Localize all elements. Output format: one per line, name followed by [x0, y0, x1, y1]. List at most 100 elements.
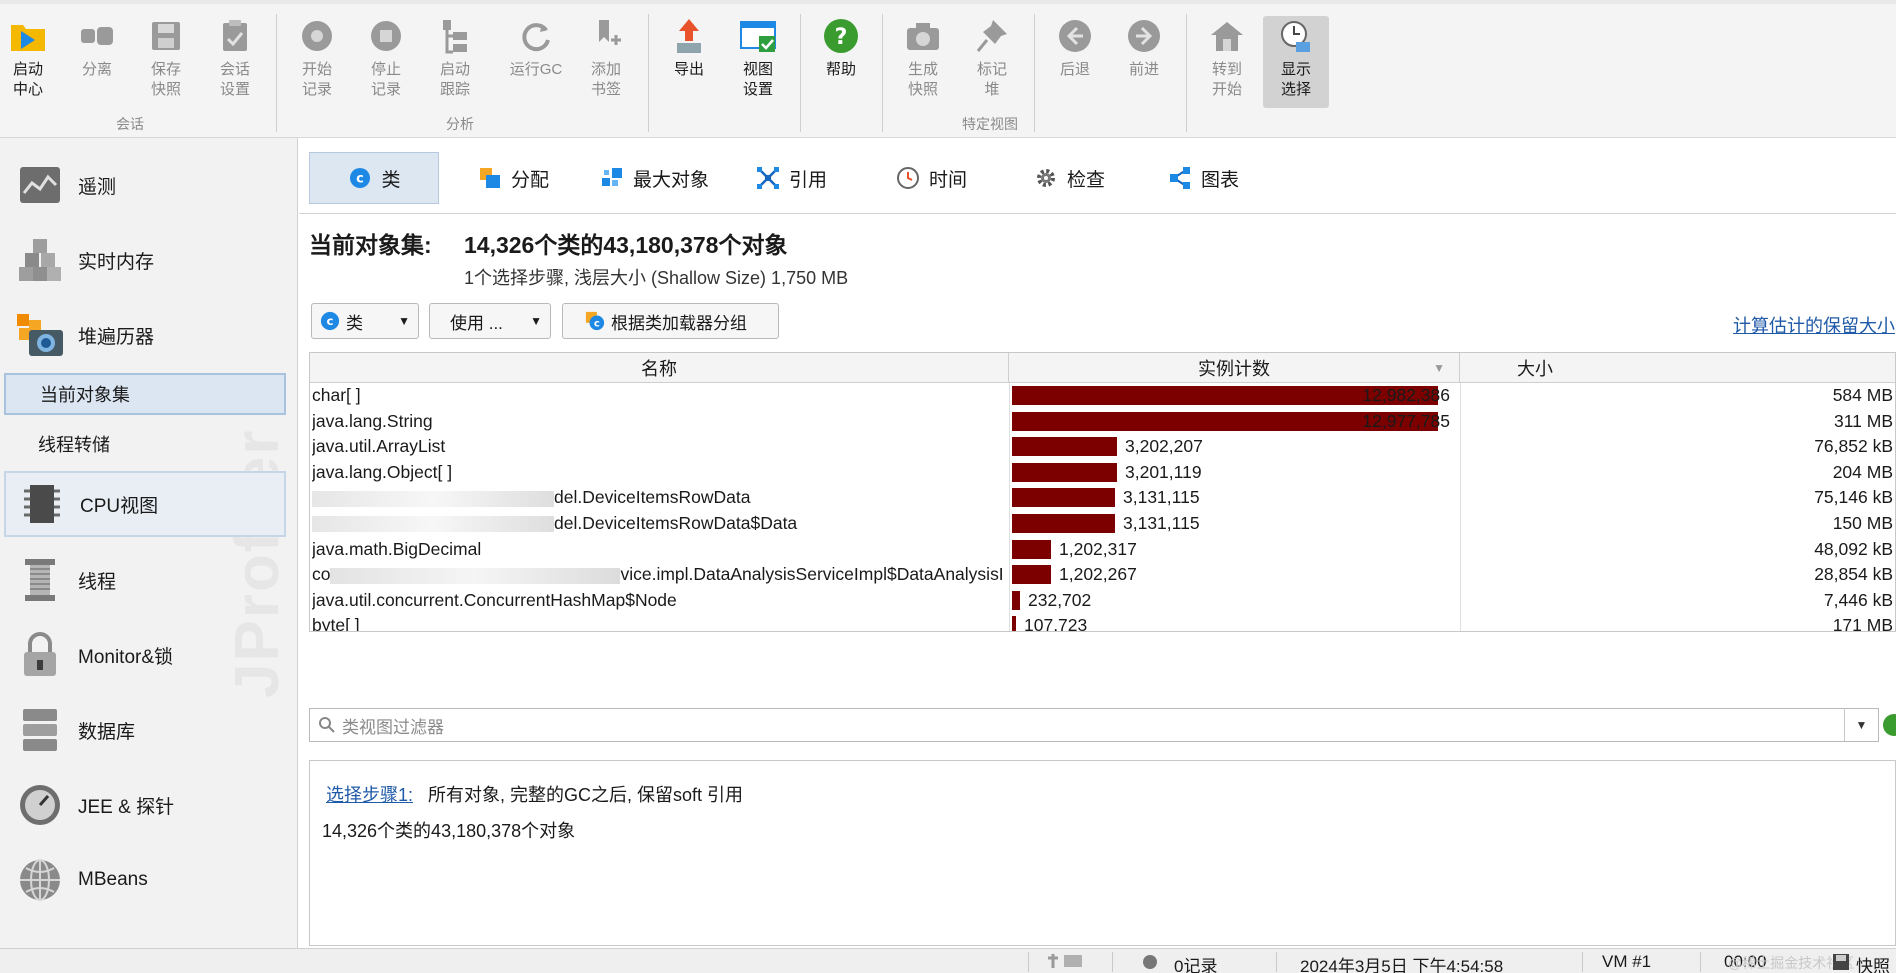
view-settings-button[interactable]: 视图 设置: [725, 16, 791, 108]
lock-icon: [14, 629, 66, 681]
gauge-icon: [14, 779, 66, 831]
filter-status-icon[interactable]: [1883, 714, 1896, 736]
sidebar-item-jee-probes[interactable]: JEE & 探针: [4, 772, 286, 838]
instance-count-bar: [1012, 565, 1051, 585]
references-icon: [755, 165, 781, 191]
aggregation-combo[interactable]: c 类 ▼: [311, 303, 419, 339]
sidebar-item-live-memory[interactable]: 实时内存: [4, 227, 286, 293]
sidebar-item-mbeans[interactable]: MBeans: [4, 847, 286, 913]
table-row[interactable]: java.lang.Object[ ] 3,201,119 204 MB: [310, 460, 1895, 486]
sidebar-item-databases[interactable]: 数据库: [4, 697, 286, 763]
go-to-start-button[interactable]: 转到 开始: [1194, 16, 1260, 108]
sidebar-item-label: 遥测: [78, 176, 117, 198]
group-by-classloader-button[interactable]: c 根据类加载器分组: [562, 303, 779, 339]
toolbar: 启动 中心 分离 保存 快照 会话 设置 会话 开始 记录 停止 记录 启动 跟…: [0, 0, 1896, 138]
sidebar-item-current-object-set[interactable]: 当前对象集: [4, 373, 286, 415]
tab-time[interactable]: 时间: [885, 152, 967, 204]
class-name-cell: del.DeviceItemsRowData: [312, 487, 1002, 508]
sidebar-item-label: 线程转储: [38, 435, 110, 455]
tab-label: 分配: [511, 169, 550, 191]
group-label-view-specific: 特定视图: [962, 116, 1018, 132]
sidebar-item-label: 数据库: [78, 721, 136, 743]
table-row[interactable]: java.util.concurrent.ConcurrentHashMap$N…: [310, 588, 1895, 614]
filter-placeholder: 类视图过滤器: [342, 717, 444, 737]
instance-count-bar: [1012, 539, 1051, 559]
aggregation-combo-value: 类: [346, 313, 363, 333]
chevron-down-icon: ▼: [398, 314, 410, 328]
table-row[interactable]: byte[ ] 107,723 171 MB: [310, 613, 1895, 632]
back-icon: [1055, 16, 1095, 56]
table-row[interactable]: del.DeviceItemsRowData 3,131,115 75,146 kB: [310, 485, 1895, 511]
session-settings-button[interactable]: 会话 设置: [202, 16, 268, 108]
clock-icon: [895, 165, 921, 191]
size-cell: 171 MB: [1832, 615, 1893, 632]
status-separator: [1276, 952, 1277, 972]
show-selection-icon: [1276, 16, 1316, 56]
mark-heap-button[interactable]: 标记 堆: [959, 16, 1025, 108]
allocation-icon: [477, 165, 503, 191]
instance-count-cell: 107,723: [1024, 615, 1088, 632]
class-name-cell: java.lang.Object[ ]: [312, 461, 453, 482]
chevron-down-icon[interactable]: ▼: [1844, 709, 1878, 741]
instance-count-cell: 3,131,115: [1123, 513, 1200, 533]
instance-count-cell: 3,131,115: [1123, 487, 1200, 508]
toolbar-separator: [800, 14, 801, 132]
class-name-cell: java.lang.String: [312, 410, 433, 431]
status-separator: [1112, 952, 1113, 972]
calculate-retained-size-link[interactable]: 计算估计的保留大小: [1733, 312, 1895, 338]
take-snapshot-button[interactable]: 生成 快照: [890, 16, 956, 108]
sidebar-item-telemetry[interactable]: 遥测: [4, 152, 286, 218]
size-cell: 75,146 kB: [1814, 487, 1893, 508]
sidebar-item-cpu-views[interactable]: CPU视图: [4, 471, 286, 537]
size-cell: 48,092 kB: [1814, 538, 1893, 559]
stop-recording-button[interactable]: 停止 记录: [353, 16, 419, 108]
save-snapshot-button[interactable]: 保存 快照: [133, 16, 199, 108]
class-name-cell: java.math.BigDecimal: [312, 538, 482, 559]
run-gc-button[interactable]: 运行GC: [503, 16, 569, 108]
start-recording-button[interactable]: 开始 记录: [284, 16, 350, 108]
tracking-icon: [435, 16, 475, 56]
table-row[interactable]: co vice.impl.DataAnalysisServiceImpl$Data…: [310, 562, 1895, 588]
table-row[interactable]: java.util.ArrayList 3,202,207 76,852 kB: [310, 434, 1895, 460]
chevron-down-icon: ▼: [530, 314, 542, 328]
search-icon: [318, 716, 336, 734]
show-selection-button[interactable]: 显示 选择: [1263, 16, 1329, 108]
tab-graph[interactable]: 图表: [1157, 152, 1239, 204]
toolbar-separator: [882, 14, 883, 132]
tab-inspections[interactable]: 检查: [1023, 152, 1105, 204]
table-row[interactable]: java.math.BigDecimal 1,202,317 48,092 kB: [310, 537, 1895, 563]
back-button[interactable]: 后退: [1042, 16, 1108, 108]
table-row[interactable]: char[ ] 12,982,386 584 MB: [310, 383, 1895, 409]
sidebar-item-thread-dumps[interactable]: 线程转储: [4, 423, 286, 465]
column-header-name[interactable]: 名称: [310, 353, 1009, 383]
cpu-chip-icon: [16, 478, 68, 530]
sidebar-item-heap-walker[interactable]: 堆遍历器: [4, 302, 286, 368]
forward-button[interactable]: 前进: [1111, 16, 1177, 108]
export-button[interactable]: 导出: [656, 16, 722, 108]
instance-count-cell: 12,982,386: [1362, 385, 1450, 405]
detach-button[interactable]: 分离: [64, 16, 130, 108]
help-button[interactable]: ? 帮助: [808, 16, 874, 108]
selection-step-link[interactable]: 选择步骤1:: [326, 785, 413, 805]
sidebar-item-threads[interactable]: 线程: [4, 547, 286, 613]
tab-references[interactable]: 引用: [745, 152, 827, 204]
launch-center-button[interactable]: 启动 中心: [0, 16, 61, 108]
start-tracking-button[interactable]: 启动 跟踪: [422, 16, 488, 108]
instance-count-cell: 3,202,207: [1125, 436, 1203, 457]
table-row[interactable]: del.DeviceItemsRowData$Data 3,131,115 150 …: [310, 511, 1895, 537]
sort-descending-icon: ▼: [1433, 361, 1445, 375]
class-c-icon: c: [347, 165, 373, 191]
use-combo[interactable]: 使用 ... ▼: [429, 303, 551, 339]
tab-classes[interactable]: c 类: [309, 152, 439, 204]
sidebar-item-monitors-locks[interactable]: Monitor&锁: [4, 622, 286, 688]
add-bookmark-button[interactable]: 添加 书签: [573, 16, 639, 108]
selection-steps-panel: 选择步骤1: 所有对象, 完整的GC之后, 保留soft 引用 14,326个类…: [309, 760, 1896, 946]
table-row[interactable]: java.lang.String 12,977,785 311 MB: [310, 409, 1895, 435]
class-view-filter[interactable]: 类视图过滤器 ▼: [309, 708, 1879, 742]
tab-biggest-objects[interactable]: 最大对象: [589, 152, 709, 204]
column-header-size[interactable]: 大小: [1460, 353, 1610, 383]
column-header-instance-count[interactable]: 实例计数 ▼: [1009, 353, 1460, 383]
instance-count-cell: 12,977,785: [1362, 410, 1450, 431]
tab-allocations[interactable]: 分配: [467, 152, 549, 204]
snapshot-disk-icon: [1832, 953, 1850, 973]
